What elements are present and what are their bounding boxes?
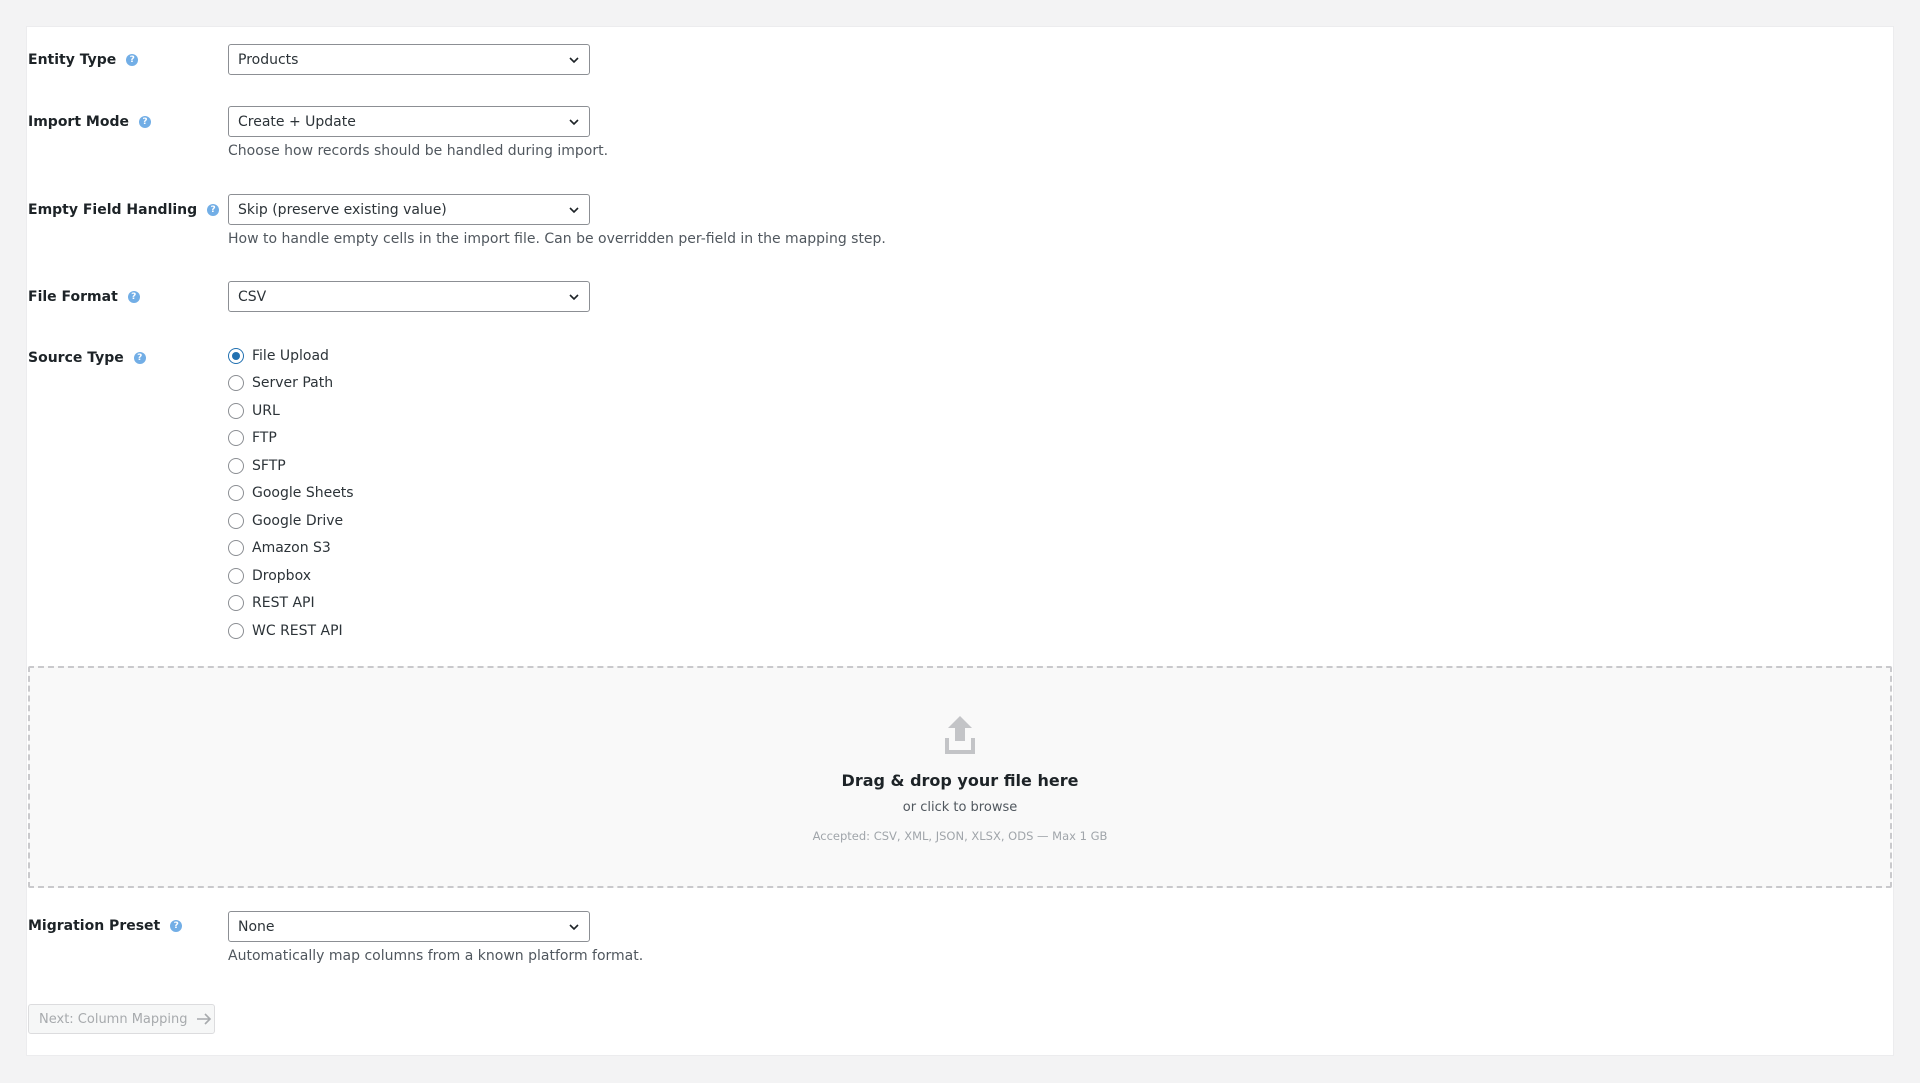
entity-type-label: Entity Type ? [28,50,139,70]
next-column-mapping-button[interactable]: Next: Column Mapping [28,1004,215,1034]
file-format-select[interactable]: CSV [228,281,590,312]
file-format-label: File Format ? [28,287,140,307]
radio-icon[interactable] [228,430,244,446]
help-icon[interactable]: ? [138,116,151,128]
radio-icon[interactable] [228,595,244,611]
migration-preset-description: Automatically map columns from a known p… [228,948,644,964]
help-icon[interactable]: ? [127,291,140,303]
source-option-sftp[interactable]: SFTP [228,458,286,474]
radio-icon[interactable] [228,568,244,584]
source-option-wc-rest-api[interactable]: WC REST API [228,623,343,639]
help-icon[interactable]: ? [133,352,146,364]
dropzone-title: Drag & drop your file here [841,771,1079,790]
upload-icon [945,716,975,754]
chevron-down-icon [569,293,579,300]
empty-field-handling-select[interactable]: Skip (preserve existing value) [228,194,590,225]
chevron-down-icon [569,923,579,930]
radio-icon[interactable] [228,540,244,556]
empty-field-handling-description: How to handle empty cells in the import … [228,231,886,247]
help-icon[interactable]: ? [207,204,220,216]
import-mode-description: Choose how records should be handled dur… [228,143,609,159]
radio-icon[interactable] [228,513,244,529]
arrow-right-icon [196,1013,211,1025]
source-option-url[interactable]: URL [228,403,280,419]
chevron-down-icon [569,206,579,213]
import-mode-select[interactable]: Create + Update [228,106,590,137]
entity-type-select[interactable]: Products [228,44,590,75]
source-option-server-path[interactable]: Server Path [228,375,333,391]
help-icon[interactable]: ? [170,920,183,932]
radio-icon[interactable] [228,485,244,501]
help-icon[interactable]: ? [126,54,139,66]
chevron-down-icon [569,118,579,125]
source-option-file-upload[interactable]: File Upload [228,348,329,364]
dropzone-subtitle: or click to browse [902,800,1018,815]
source-option-google-drive[interactable]: Google Drive [228,513,343,529]
source-option-google-sheets[interactable]: Google Sheets [228,485,354,501]
source-option-dropbox[interactable]: Dropbox [228,568,311,584]
radio-icon[interactable] [228,458,244,474]
source-option-amazon-s3[interactable]: Amazon S3 [228,540,331,556]
source-option-rest-api[interactable]: REST API [228,595,315,611]
radio-checked-icon[interactable] [228,348,244,364]
source-option-ftp[interactable]: FTP [228,430,277,446]
migration-preset-label: Migration Preset ? [28,916,183,936]
source-type-label: Source Type ? [28,348,146,368]
dropzone-accepted-formats: Accepted: CSV, XML, JSON, XLSX, ODS — Ma… [812,829,1108,843]
file-dropzone[interactable]: Drag & drop your file here or click to b… [28,666,1892,888]
migration-preset-select[interactable]: None [228,911,590,942]
radio-icon[interactable] [228,403,244,419]
radio-icon[interactable] [228,623,244,639]
empty-field-handling-label: Empty Field Handling ? [28,200,220,220]
import-mode-label: Import Mode ? [28,112,151,132]
chevron-down-icon [569,56,579,63]
radio-icon[interactable] [228,375,244,391]
